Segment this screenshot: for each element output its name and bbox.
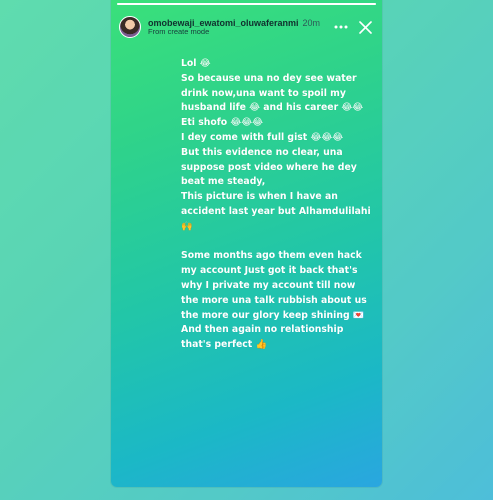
story-progress-bar — [117, 3, 376, 5]
more-dots-icon[interactable] — [332, 18, 350, 36]
story-progress-fill — [117, 3, 376, 5]
story-meta: omobewaji_ewatomi_oluwaferanmi 20m From … — [148, 18, 320, 37]
story-header: omobewaji_ewatomi_oluwaferanmi 20m From … — [119, 12, 374, 42]
story-caption-text: Lol 😂 So because una no dey see water dr… — [181, 58, 371, 351]
post-time: 20m — [302, 17, 321, 28]
story-viewer[interactable]: omobewaji_ewatomi_oluwaferanmi 20m From … — [111, 0, 382, 487]
story-source[interactable]: From create mode — [148, 27, 320, 37]
close-icon[interactable] — [356, 18, 374, 36]
header-actions — [332, 18, 374, 36]
avatar[interactable] — [119, 16, 141, 38]
